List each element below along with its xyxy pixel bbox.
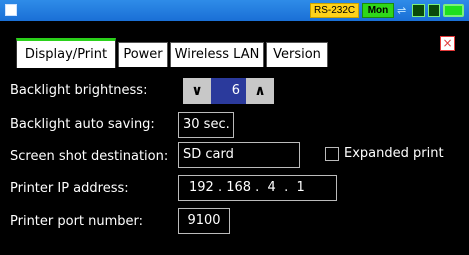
backlight-auto-saving-label: Backlight auto saving:: [10, 117, 155, 132]
status-bar: RS-232C Mon ⇌: [0, 0, 469, 21]
tab-version[interactable]: Version: [266, 42, 328, 67]
tab-display-print[interactable]: Display/Print: [16, 38, 116, 68]
monitor-indicator: Mon: [362, 3, 394, 18]
screenshot-destination-label: Screen shot destination:: [10, 149, 169, 164]
printer-ip-input[interactable]: 192 . 168 . 4 . 1: [178, 175, 337, 201]
backlight-brightness-label: Backlight brightness:: [10, 83, 148, 98]
sd-card-icon: [428, 4, 440, 17]
lan-icon: [412, 4, 425, 17]
brightness-increase-button[interactable]: ∧: [246, 78, 274, 104]
tab-strip: Display/Print Power Wireless LAN Version: [0, 21, 469, 68]
tab-power[interactable]: Power: [118, 42, 168, 67]
rs232c-indicator: RS-232C: [310, 3, 360, 18]
expanded-print-checkbox[interactable]: [325, 147, 339, 161]
brightness-value[interactable]: 6: [211, 78, 246, 104]
printer-port-input[interactable]: 9100: [178, 208, 230, 234]
screenshot-destination-select[interactable]: SD card: [178, 142, 300, 168]
connection-plug-icon: ⇌: [397, 4, 407, 17]
close-button[interactable]: ×: [440, 36, 455, 51]
backlight-auto-saving-select[interactable]: 30 sec.: [178, 112, 234, 138]
battery-icon: [443, 4, 464, 17]
printer-port-label: Printer port number:: [10, 214, 144, 229]
window-icon: [5, 4, 17, 16]
brightness-decrease-button[interactable]: ∨: [183, 78, 211, 104]
printer-ip-label: Printer IP address:: [10, 181, 129, 196]
tab-wireless-lan[interactable]: Wireless LAN: [170, 42, 264, 67]
expanded-print-label: Expanded print: [344, 146, 444, 161]
